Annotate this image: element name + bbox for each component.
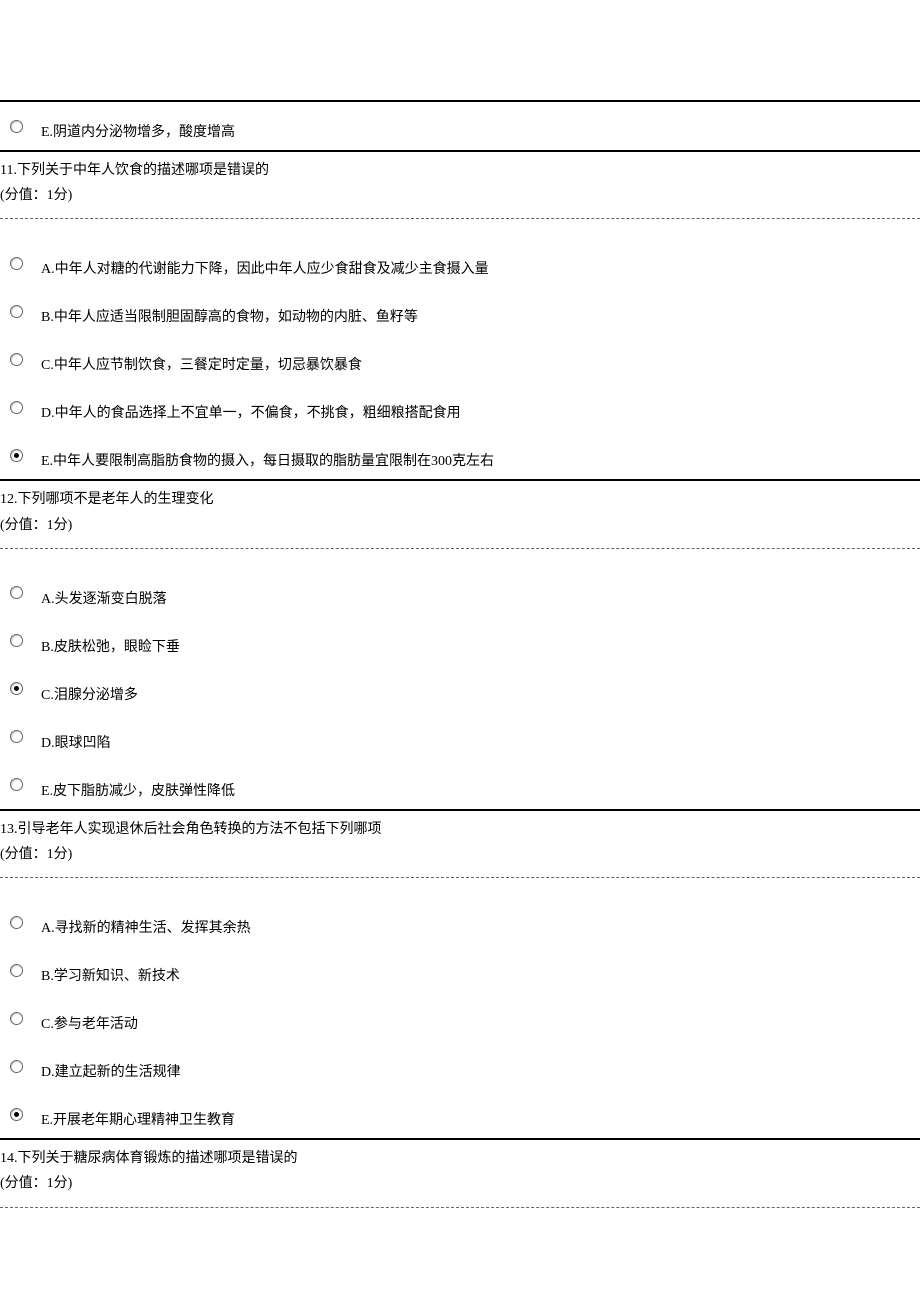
radio-icon[interactable] [10,964,23,977]
option-row: C.中年人应节制饮食，三餐定时定量，切忌暴饮暴食 [0,335,920,383]
option-row: D.建立起新的生活规律 [0,1042,920,1090]
option-row: B.皮肤松弛，眼睑下垂 [0,617,920,665]
option-row: E.中年人要限制高脂肪食物的摄入，每日摄取的脂肪量宜限制在300克左右 [0,431,920,479]
option-row: A.寻找新的精神生活、发挥其余热 [0,898,920,946]
question-block-11: 11.下列关于中年人饮食的描述哪项是错误的(分值：1分) A.中年人对糖的代谢能力… [0,150,920,479]
option-text: C.泪腺分泌增多 [41,674,138,704]
option-text: E.阴道内分泌物增多，酸度增高 [41,111,235,141]
question-title: 12.下列哪项不是老年人的生理变化 [0,487,920,512]
option-text: C.中年人应节制饮食，三餐定时定量，切忌暴饮暴食 [41,344,362,374]
option-text: A.中年人对糖的代谢能力下降，因此中年人应少食甜食及减少主食摄入量 [41,248,489,278]
option-text: E.开展老年期心理精神卫生教育 [41,1099,235,1129]
radio-icon[interactable] [10,586,23,599]
option-row: E.皮下脂肪减少，皮肤弹性降低 [0,761,920,809]
option-row: C.参与老年活动 [0,994,920,1042]
question-header: 14.下列关于糖尿病体育锻炼的描述哪项是错误的(分值：1分) [0,1140,920,1206]
radio-icon[interactable] [10,305,23,318]
radio-icon[interactable] [10,120,23,133]
option-row: A.中年人对糖的代谢能力下降，因此中年人应少食甜食及减少主食摄入量 [0,239,920,287]
question-title: 14.下列关于糖尿病体育锻炼的描述哪项是错误的 [0,1146,920,1171]
radio-icon[interactable] [10,401,23,414]
option-row: C.泪腺分泌增多 [0,665,920,713]
question-score: (分值：1分) [0,183,920,208]
option-text: E.皮下脂肪减少，皮肤弹性降低 [41,770,235,800]
question-block-14: 14.下列关于糖尿病体育锻炼的描述哪项是错误的(分值：1分) [0,1138,920,1207]
question-title: 13.引导老年人实现退休后社会角色转换的方法不包括下列哪项 [0,817,920,842]
question-header: 11.下列关于中年人饮食的描述哪项是错误的(分值：1分) [0,152,920,218]
option-row: D.中年人的食品选择上不宜单一，不偏食，不挑食，粗细粮搭配食用 [0,383,920,431]
option-text: B.学习新知识、新技术 [41,955,180,985]
option-row: E.阴道内分泌物增多，酸度增高 [0,102,920,150]
option-row: A.头发逐渐变白脱落 [0,569,920,617]
option-text: A.头发逐渐变白脱落 [41,578,167,608]
option-text: B.中年人应适当限制胆固醇高的食物，如动物的内脏、鱼籽等 [41,296,418,326]
option-row: B.中年人应适当限制胆固醇高的食物，如动物的内脏、鱼籽等 [0,287,920,335]
radio-selected-icon[interactable] [10,449,23,462]
option-text: D.中年人的食品选择上不宜单一，不偏食，不挑食，粗细粮搭配食用 [41,392,461,422]
radio-icon[interactable] [10,916,23,929]
question-score: (分值：1分) [0,1171,920,1196]
radio-icon[interactable] [10,778,23,791]
radio-selected-icon[interactable] [10,682,23,695]
option-text: E.中年人要限制高脂肪食物的摄入，每日摄取的脂肪量宜限制在300克左右 [41,440,494,470]
option-text: A.寻找新的精神生活、发挥其余热 [41,907,251,937]
radio-icon[interactable] [10,634,23,647]
radio-icon[interactable] [10,257,23,270]
question-header: 12.下列哪项不是老年人的生理变化(分值：1分) [0,481,920,547]
radio-icon[interactable] [10,730,23,743]
radio-selected-icon[interactable] [10,1108,23,1121]
question-block-12: 12.下列哪项不是老年人的生理变化(分值：1分) A.头发逐渐变白脱落 B.皮肤松弛… [0,479,920,808]
question-title: 11.下列关于中年人饮食的描述哪项是错误的 [0,158,920,183]
question-block-13: 13.引导老年人实现退休后社会角色转换的方法不包括下列哪项(分值：1分) A.寻找… [0,809,920,1138]
option-text: C.参与老年活动 [41,1003,138,1033]
question-header: 13.引导老年人实现退休后社会角色转换的方法不包括下列哪项(分值：1分) [0,811,920,877]
option-row: E.开展老年期心理精神卫生教育 [0,1090,920,1138]
radio-icon[interactable] [10,353,23,366]
option-row: B.学习新知识、新技术 [0,946,920,994]
option-text: D.建立起新的生活规律 [41,1051,181,1081]
option-row: D.眼球凹陷 [0,713,920,761]
option-text: D.眼球凹陷 [41,722,111,752]
question-score: (分值：1分) [0,842,920,867]
radio-icon[interactable] [10,1012,23,1025]
option-text: B.皮肤松弛，眼睑下垂 [41,626,180,656]
question-score: (分值：1分) [0,513,920,538]
radio-icon[interactable] [10,1060,23,1073]
